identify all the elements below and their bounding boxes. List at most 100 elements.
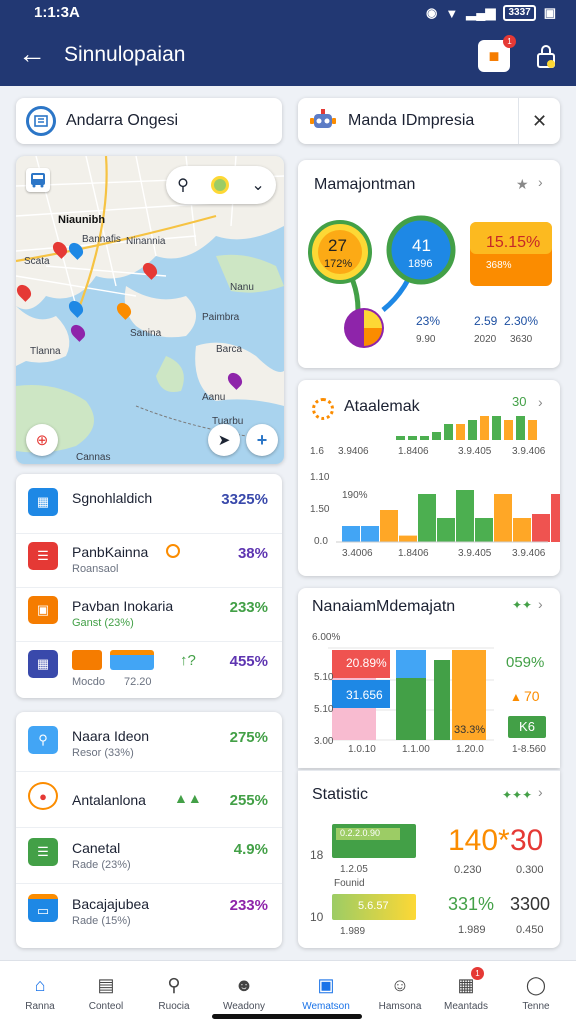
sim-icon: ▣ <box>543 5 556 20</box>
nav-item-account[interactable]: ◯ Tenne <box>504 961 568 1024</box>
gauge-value: 15.15% <box>486 234 541 251</box>
account-icon: ◯ <box>525 974 547 995</box>
group-icon: ▲▲ <box>174 790 202 806</box>
nav-label: Tenne <box>522 1001 550 1012</box>
navigate-button[interactable]: ➤ <box>208 424 240 456</box>
lock-button[interactable] <box>530 40 562 72</box>
chevron-right-icon[interactable]: › <box>538 784 543 800</box>
map-pin[interactable] <box>140 260 160 280</box>
list-item[interactable]: ▣ Pavban Inokaria Ganst (23%) 233% <box>16 586 282 642</box>
nav-item-control[interactable]: ▤ Conteol <box>74 961 138 1024</box>
chart-bar <box>437 518 455 542</box>
stat-bar-label: 5.6.57 <box>358 900 389 912</box>
bar-label: 33.3% <box>454 724 486 736</box>
list-item-value: 233% <box>229 897 268 914</box>
chevron-down-icon[interactable]: ⌄ <box>251 175 264 195</box>
x-tick: 1.8406 <box>398 548 429 559</box>
list-item-value: 3325% <box>221 491 268 508</box>
chart-inline-label: 190% <box>342 490 368 501</box>
nav-item-search[interactable]: ⚲ Ruocia <box>142 961 206 1024</box>
target-icon: ● <box>28 782 58 810</box>
axis-tick: 1.50 <box>310 504 330 515</box>
map-view[interactable]: Niaunibh Bannafis Ninannia Scata Nanu Pa… <box>16 156 284 464</box>
stat-small: 1.2.05 <box>340 864 368 875</box>
crosshair-icon: ⊕ <box>35 432 49 449</box>
nav-item-calendar[interactable]: ▦ 1 Meantads <box>434 961 498 1024</box>
list-item[interactable]: ▦ ↑? Mocdo 72.20 455% <box>16 640 282 696</box>
back-arrow-icon[interactable]: ← <box>18 40 46 68</box>
list-item-label: Canetal <box>72 840 121 856</box>
list-item[interactable]: ▭ Bacajajubea Rade (15%) 233% <box>16 884 282 940</box>
chart-bar <box>492 416 501 440</box>
list-item[interactable]: ⚲ Naara Ideon Resor (33%) 275% <box>16 716 282 772</box>
map-pin[interactable] <box>16 282 34 302</box>
chart-bar <box>504 420 513 440</box>
calendar-icon: ▦ <box>28 488 58 516</box>
category-list-2: ⚲ Naara Ideon Resor (33%) 275% ● Antalan… <box>16 712 282 948</box>
map-label: Paimbra <box>202 312 240 323</box>
nav-item-home[interactable]: ⌂ Ranna <box>8 961 72 1024</box>
zoom-in-button[interactable]: + <box>246 424 278 456</box>
map-pin[interactable] <box>114 300 134 320</box>
list-item[interactable]: ☰ PanbKainna Roansaol 38% <box>16 532 282 588</box>
search-icon[interactable]: ⚲ <box>177 175 189 195</box>
chart-bar <box>408 436 417 440</box>
stat-small: 0.450 <box>516 924 544 936</box>
transit-button[interactable] <box>26 168 50 192</box>
nav-label: Conteol <box>88 1001 124 1012</box>
axis-tick: 5.10 <box>314 704 334 715</box>
chart-1-svg <box>336 416 560 543</box>
chart-bar <box>516 416 525 440</box>
search-field-right[interactable]: Manda IDmpresia ✕ <box>298 98 560 144</box>
chart-bar <box>480 416 489 440</box>
trend-up-icon: ↑? <box>180 652 196 669</box>
map-pin[interactable] <box>225 370 245 390</box>
x-tick: 1.8406 <box>398 446 429 457</box>
list-item[interactable]: ▦ Sgnohlaldich 3325% <box>16 478 282 534</box>
close-icon: ✕ <box>531 110 548 131</box>
notification-button[interactable]: ■ 1 <box>478 35 516 72</box>
map-label: Sanina <box>130 328 162 339</box>
navigation-arrow-icon: ➤ <box>217 432 231 449</box>
chart-bar <box>342 526 360 542</box>
list-item-sub: Roansaol <box>72 563 119 575</box>
map-pin[interactable] <box>68 322 88 342</box>
map-label: Niaunibh <box>58 214 106 226</box>
map-pin[interactable] <box>50 239 70 259</box>
x-tick: 3.9.406 <box>512 446 546 457</box>
map-label: Scata <box>24 256 50 267</box>
map-pin[interactable] <box>66 298 86 318</box>
list-item-label: Pavban Inokaria <box>72 598 174 614</box>
chart-bar <box>551 494 560 542</box>
close-button[interactable]: ✕ <box>518 98 560 144</box>
chart-bar <box>532 514 550 542</box>
chart-bar <box>396 650 426 678</box>
compass-icon[interactable] <box>211 176 230 194</box>
map-controls: ⚲ ⌄ <box>166 166 276 204</box>
nav-item-chat[interactable]: ☺ Hamsona <box>368 961 432 1024</box>
search-field-left[interactable]: Andarra Ongesi <box>16 98 282 144</box>
list-item-label: Bacajajubea <box>72 896 150 912</box>
nav-label: Hamsona <box>378 1001 422 1012</box>
stat-big-value: 30 <box>510 824 544 857</box>
building-icon <box>26 106 56 136</box>
map-label: Nanu <box>230 282 254 293</box>
map-label: Aanu <box>202 392 226 403</box>
x-tick: 3.9.405 <box>458 446 492 457</box>
more-icon[interactable]: ✦✦✦ <box>502 788 532 802</box>
chart-2-svg <box>328 647 494 741</box>
list-item-value: 233% <box>229 599 268 616</box>
list-item[interactable]: ☰ Canetal Rade (23%) 4.9% <box>16 828 282 884</box>
search-icon: ⚲ <box>167 974 181 995</box>
side-value: 70 <box>524 688 540 704</box>
stat-small: 0.230 <box>454 864 482 876</box>
list-item-value: 275% <box>229 729 268 746</box>
store-icon: ▣ <box>28 596 58 624</box>
locate-button[interactable]: ⊕ <box>26 424 58 456</box>
axis-tick: 0.0 <box>314 536 328 547</box>
chart-bar <box>380 510 398 542</box>
list-item-label: Naara Ideon <box>72 728 150 744</box>
statistics-card: Statistic ✦✦✦ › 18 10 0.2.2.0.90 1.2.05 … <box>298 770 560 948</box>
signal-icon: ▂▄▆ <box>466 5 496 20</box>
list-item[interactable]: ● Antalanlona ▲▲ 255% <box>16 772 282 828</box>
